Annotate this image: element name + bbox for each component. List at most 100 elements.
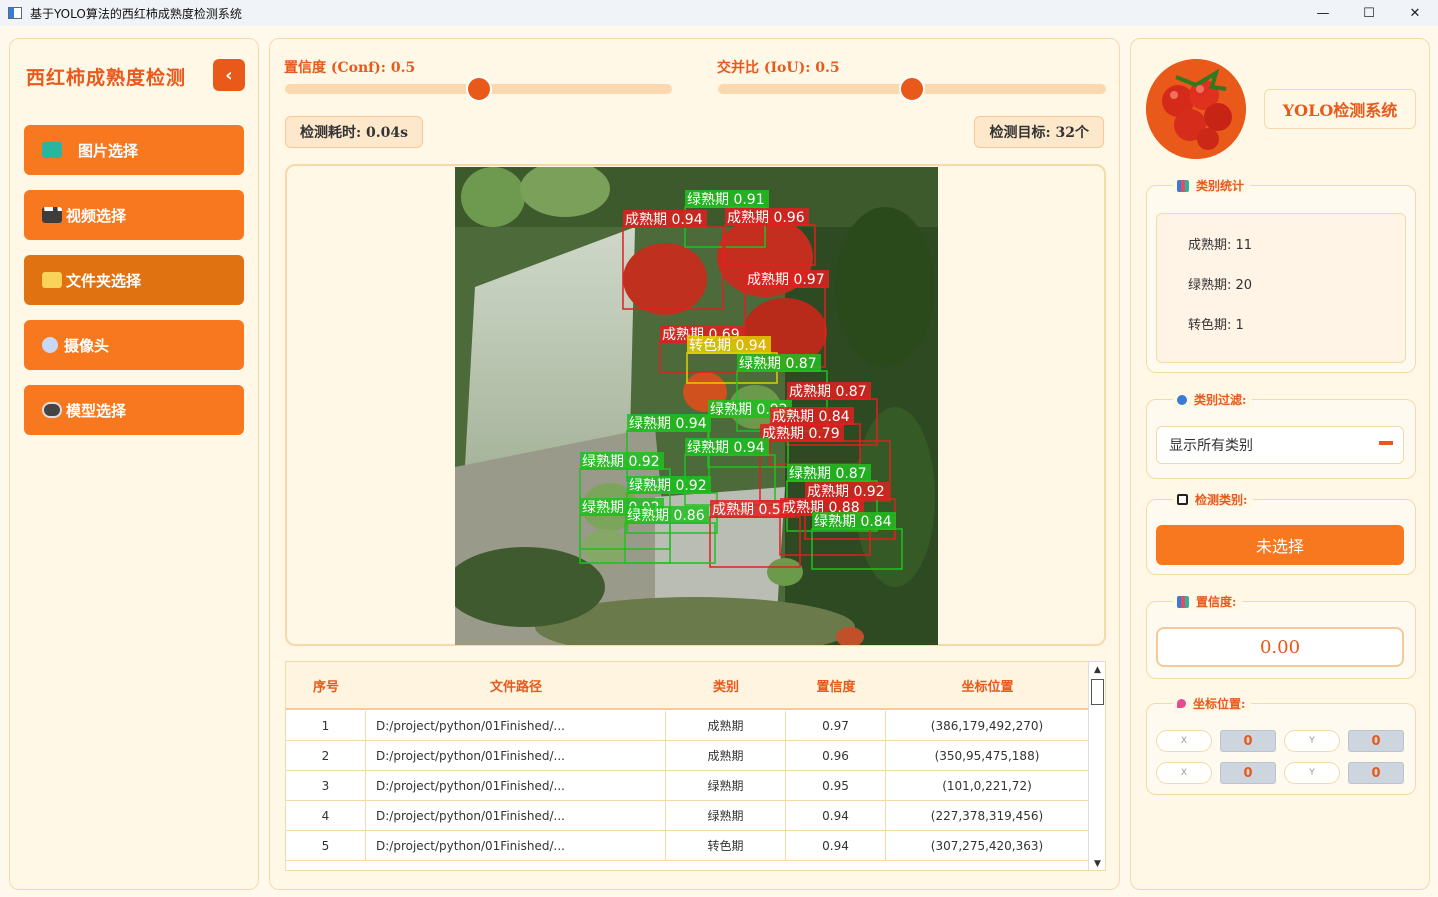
cell-index: 5 (286, 831, 366, 860)
coord-x2-value: 0 (1220, 762, 1276, 784)
system-title: YOLO检测系统 (1264, 89, 1416, 129)
cell-index: 2 (286, 741, 366, 770)
search-icon (1177, 394, 1187, 405)
coord-x1-value: 0 (1220, 730, 1276, 752)
folder-select-button[interactable]: 文件夹选择 (24, 255, 244, 305)
results-table: 序号 文件路径 类别 置信度 坐标位置 1 D:/project/python/… (285, 661, 1106, 871)
close-button[interactable]: ✕ (1392, 0, 1438, 26)
cell-coordinates: (227,378,319,456) (886, 801, 1089, 830)
stat-green: 绿熟期: 20 (1188, 278, 1253, 293)
detection-image: 绿熟期 0.91 成熟期 0.96 成熟期 0.94 成熟期 0.97 成熟期 0.69… (455, 167, 938, 645)
cell-index: 4 (286, 801, 366, 830)
detection-label: 绿熟期 0.92 (582, 454, 660, 470)
tomato-logo (1146, 59, 1246, 159)
cell-class: 转色期 (666, 831, 786, 860)
detect-class-title-text: 检测类别: (1195, 493, 1248, 507)
iou-slider-thumb[interactable] (899, 76, 925, 102)
detection-label: 成熟期 0.55 (712, 502, 790, 518)
conf-label: 置信度 (Conf): 0.5 (284, 60, 416, 76)
video-icon (42, 207, 62, 223)
folder-select-label: 文件夹选择 (66, 271, 142, 290)
maximize-button[interactable]: ☐ (1346, 0, 1392, 26)
coord-x1-label: X (1156, 730, 1212, 752)
cell-class: 绿熟期 (666, 771, 786, 800)
minimize-button[interactable]: — (1300, 0, 1346, 26)
scroll-thumb[interactable] (1091, 679, 1104, 705)
model-select-button[interactable]: 模型选择 (24, 385, 244, 435)
coord-y1-label: Y (1284, 730, 1340, 752)
class-filter-select[interactable]: 显示所有类别 (1156, 426, 1404, 464)
main-panel: 置信度 (Conf): 0.5 交并比 (IoU): 0.5 检测耗时: 0.0… (269, 38, 1120, 890)
count-badge: 检测目标: 32个 (974, 116, 1104, 148)
window-title: 基于YOLO算法的西红柿成熟度检测系统 (30, 6, 242, 21)
folder-icon (42, 272, 62, 288)
brand-title: 西红柿成熟度检测 (26, 67, 187, 89)
cell-coordinates: (386,179,492,270) (886, 711, 1089, 740)
table-header: 序号 文件路径 类别 置信度 坐标位置 (286, 662, 1089, 710)
confidence-title: 置信度: (1173, 593, 1243, 610)
coordinates-title-text: 坐标位置: (1193, 697, 1246, 711)
table-row[interactable]: 2 D:/project/python/01Finished/... 成熟期 0… (286, 741, 1089, 771)
collapse-sidebar-button[interactable]: ‹ (213, 59, 245, 91)
title-bar: 基于YOLO算法的西红柿成熟度检测系统 — ☐ ✕ (0, 0, 1438, 26)
table-row[interactable]: 3 D:/project/python/01Finished/... 绿熟期 0… (286, 771, 1089, 801)
detection-label: 成熟期 0.96 (727, 210, 805, 226)
detection-label: 绿熟期 0.86 (627, 508, 705, 524)
scroll-down-icon[interactable]: ▼ (1089, 856, 1105, 870)
table-scrollbar[interactable]: ▲ ▼ (1088, 662, 1105, 870)
coordinates-group: 坐标位置: X 0 Y 0 X 0 Y 0 (1146, 695, 1416, 795)
image-display-frame: 绿熟期 0.91 成熟期 0.96 成熟期 0.94 成熟期 0.97 成熟期 0.69… (285, 164, 1106, 646)
sidebar: 西红柿成熟度检测 ‹ 图片选择 视频选择 文件夹选择 摄像头 模型选择 (9, 38, 259, 890)
class-stats-group: 类别统计 成熟期: 11 绿熟期: 20 转色期: 1 (1146, 177, 1416, 373)
coord-y1-value: 0 (1348, 730, 1404, 752)
dropdown-icon (1379, 441, 1393, 445)
cell-path: D:/project/python/01Finished/... (366, 711, 666, 740)
cell-confidence: 0.94 (786, 831, 886, 860)
cell-coordinates: (307,275,420,363) (886, 831, 1089, 860)
cell-confidence: 0.94 (786, 801, 886, 830)
cell-class: 成熟期 (666, 711, 786, 740)
cell-path: D:/project/python/01Finished/... (366, 771, 666, 800)
tomato-logo-svg (1146, 59, 1246, 159)
detection-label: 绿熟期 0.87 (789, 466, 867, 482)
scroll-up-icon[interactable]: ▲ (1089, 662, 1105, 678)
image-icon (42, 142, 62, 158)
coordinates-title: 坐标位置: (1173, 695, 1252, 712)
header-index: 序号 (312, 679, 339, 695)
class-filter-value: 显示所有类别 (1169, 438, 1253, 454)
detection-label: 成熟期 0.92 (807, 484, 885, 500)
table-row[interactable]: 1 D:/project/python/01Finished/... 成熟期 0… (286, 711, 1089, 741)
cell-coordinates: (101,0,221,72) (886, 771, 1089, 800)
class-stats-title: 类别统计 (1173, 177, 1251, 194)
table-row[interactable]: 5 D:/project/python/01Finished/... 转色期 0… (286, 831, 1089, 861)
cell-index: 3 (286, 771, 366, 800)
camera-button[interactable]: 摄像头 (24, 320, 244, 370)
cell-path: D:/project/python/01Finished/... (366, 831, 666, 860)
table-row[interactable]: 4 D:/project/python/01Finished/... 绿熟期 0… (286, 801, 1089, 831)
iou-label: 交并比 (IoU): 0.5 (717, 60, 840, 76)
header-class: 类别 (712, 679, 739, 695)
confidence-value: 0.00 (1156, 627, 1404, 667)
detection-label: 绿熟期 0.94 (629, 416, 707, 432)
detection-label: 绿熟期 0.87 (739, 356, 817, 372)
confidence-title-text: 置信度: (1196, 595, 1237, 609)
header-coordinates: 坐标位置 (961, 679, 1014, 695)
conf-slider-thumb[interactable] (465, 76, 492, 102)
class-filter-group: 类别过滤: 显示所有类别 (1146, 391, 1416, 479)
cell-class: 绿熟期 (666, 801, 786, 830)
detection-label: 转色期 0.94 (689, 337, 767, 354)
detect-class-button[interactable]: 未选择 (1156, 525, 1404, 565)
detection-label: 绿熟期 0.94 (687, 440, 765, 456)
image-select-button[interactable]: 图片选择 (24, 125, 244, 175)
class-stats-title-text: 类别统计 (1196, 179, 1245, 193)
coord-y2-label: Y (1284, 762, 1340, 784)
window-controls: — ☐ ✕ (1300, 0, 1438, 26)
model-select-label: 模型选择 (66, 401, 127, 420)
video-select-button[interactable]: 视频选择 (24, 190, 244, 240)
detection-label: 成熟期 0.87 (789, 384, 867, 400)
cell-path: D:/project/python/01Finished/... (366, 801, 666, 830)
detection-label: 绿熟期 0.84 (814, 514, 892, 530)
detect-class-title: 检测类别: (1173, 491, 1254, 508)
cell-path: D:/project/python/01Finished/... (366, 741, 666, 770)
bar-chart-icon (1177, 179, 1189, 192)
